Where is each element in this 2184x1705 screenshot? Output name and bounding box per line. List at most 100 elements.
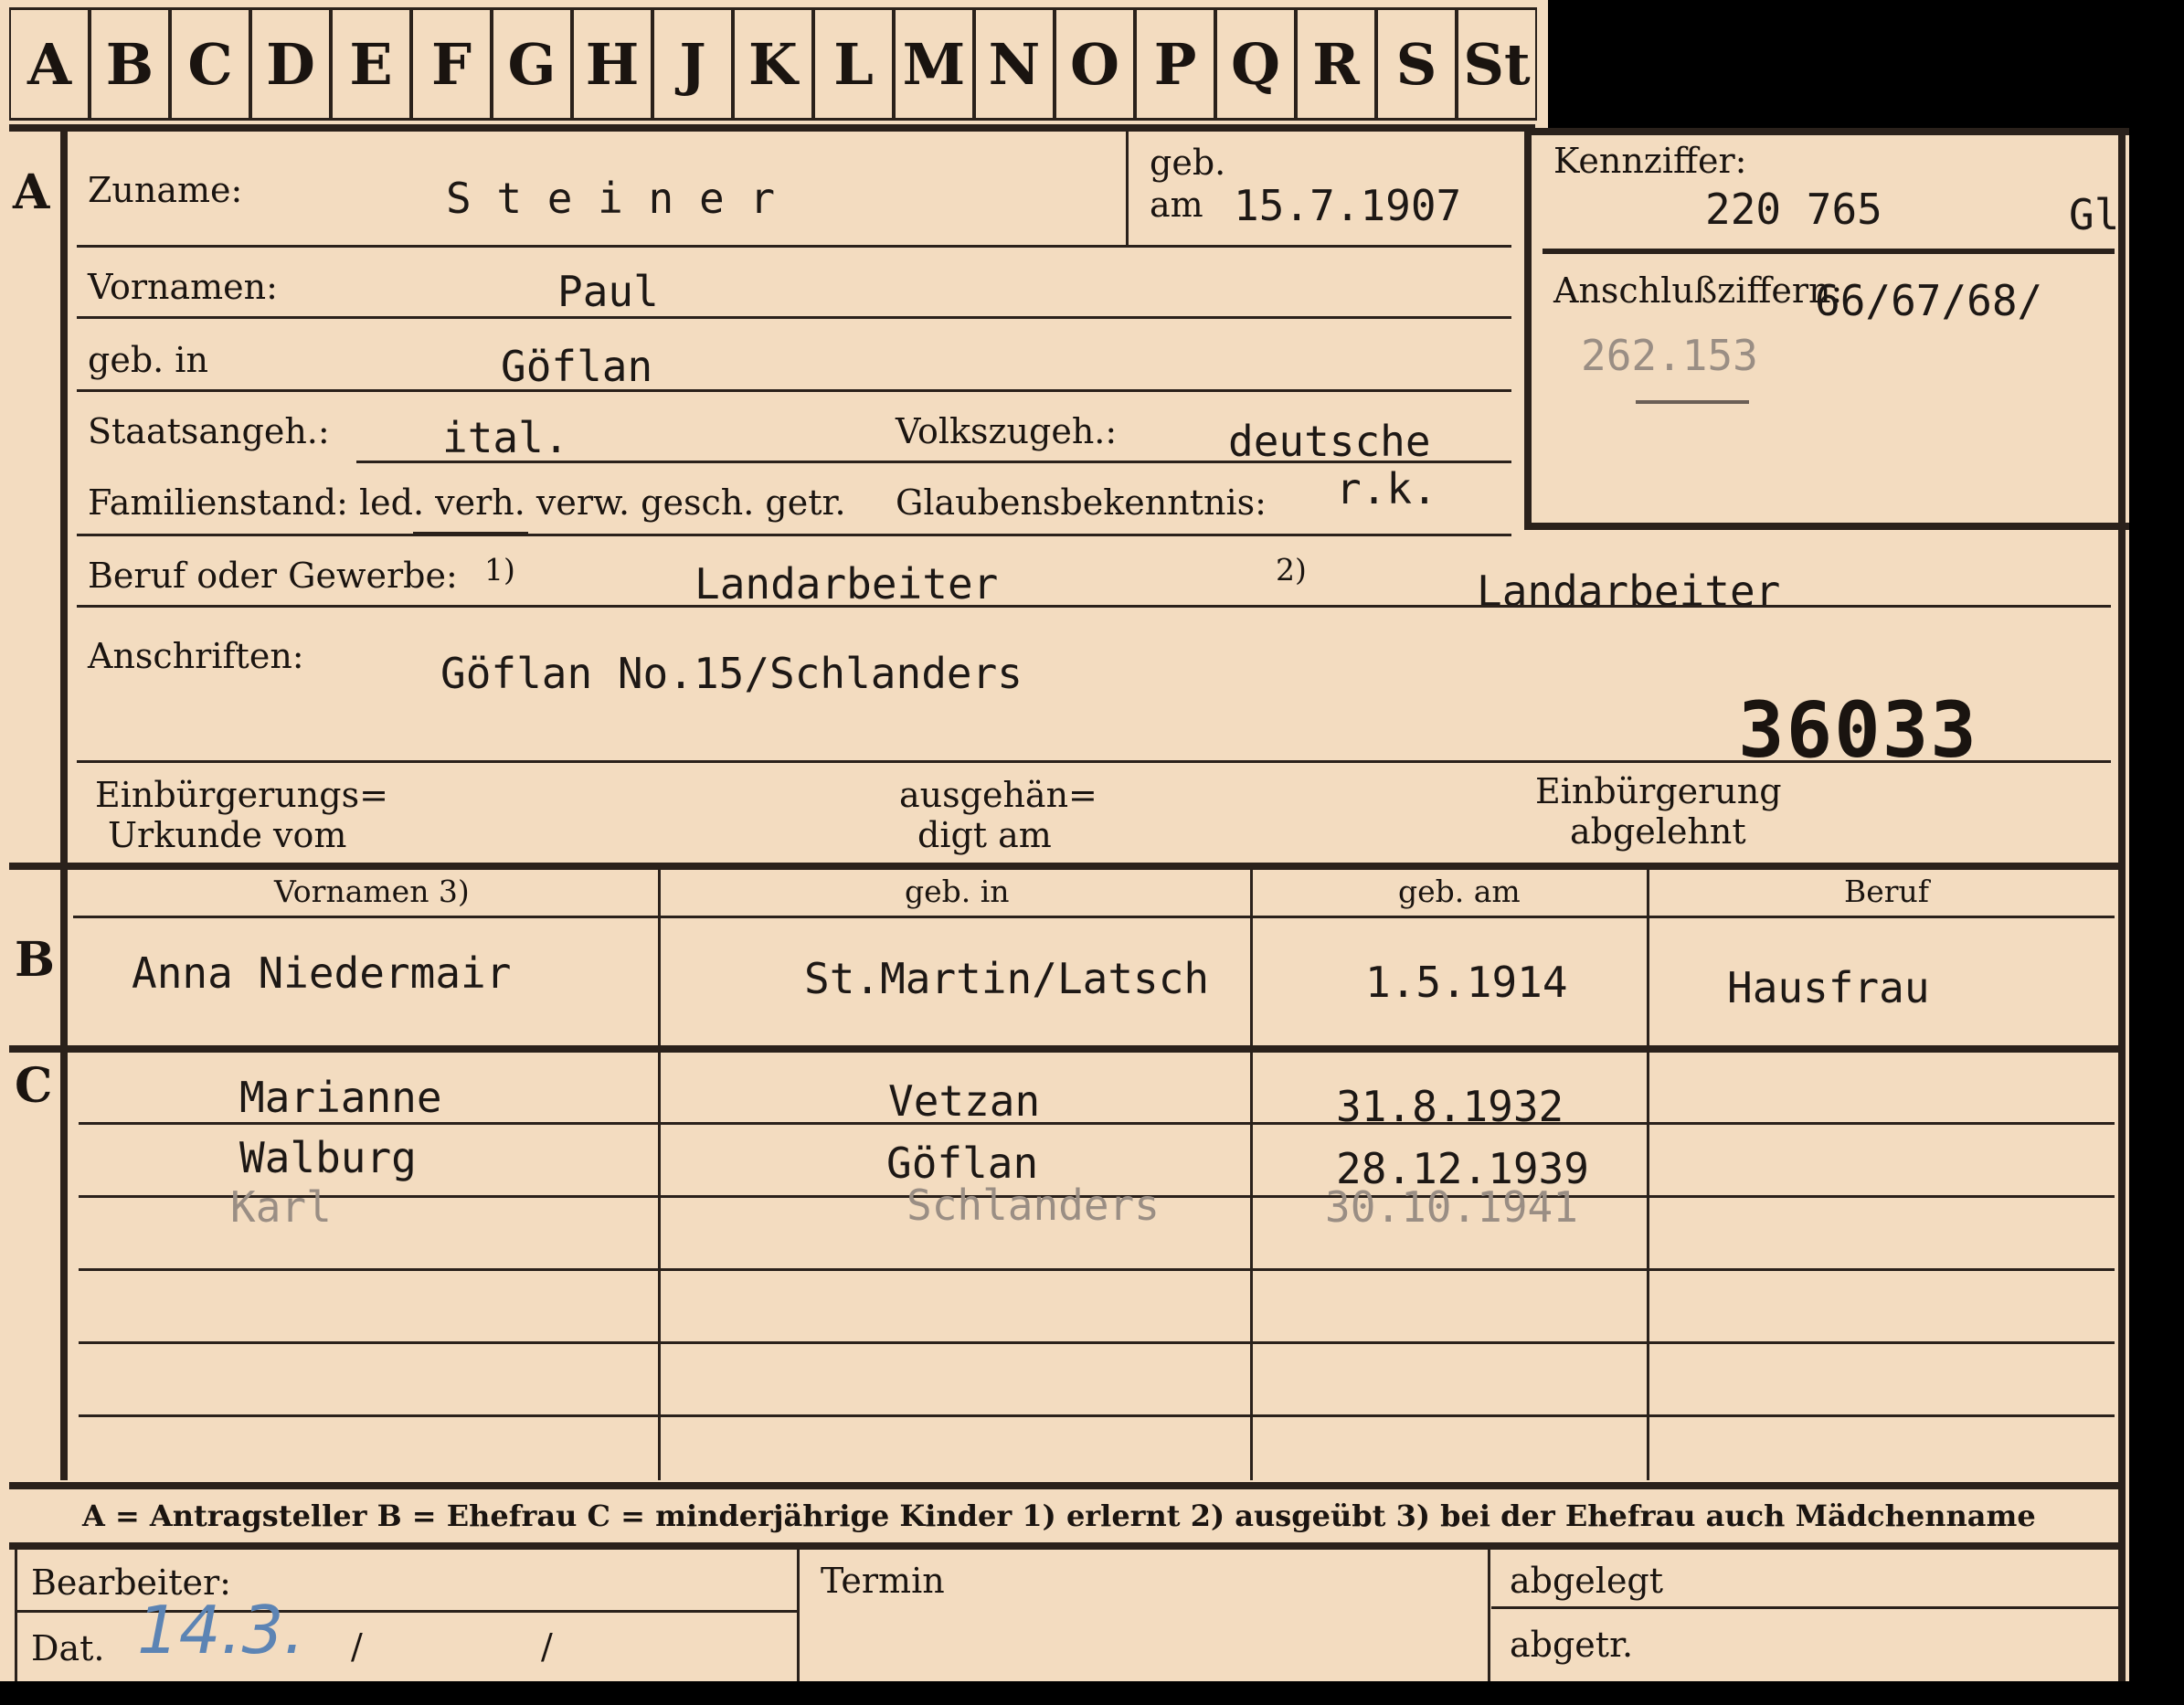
kennziffer-divider (1543, 249, 2115, 254)
col-divider-3 (1647, 870, 1649, 1480)
label-vornamen: Vornamen: (88, 267, 278, 307)
scan-background (1548, 0, 2184, 128)
tab-q[interactable]: Q (1215, 7, 1296, 121)
label-zuname: Zuname: (88, 170, 243, 210)
line-row1 (77, 245, 1511, 248)
value-beruf1: Landarbeiter (694, 559, 999, 609)
tab-j[interactable]: J (652, 7, 733, 121)
label-einbuergerung-1: Einbürgerungs= (95, 775, 388, 815)
tab-n[interactable]: N (974, 7, 1055, 121)
label-anschriften: Anschriften: (88, 636, 304, 676)
divider-geb (1126, 128, 1129, 245)
kind-3-name: Karl (230, 1182, 332, 1232)
tab-d[interactable]: D (250, 7, 331, 121)
kind-3-gebin: Schlanders (906, 1181, 1160, 1230)
footer-line-right (1491, 1606, 2122, 1609)
c-line-3 (79, 1268, 2115, 1271)
value-glaube: r.k. (1336, 464, 1437, 514)
scan-background-bottom (0, 1681, 2184, 1705)
line-row2 (77, 316, 1511, 319)
ehefrau-gebin: St.Martin/Latsch (804, 954, 1210, 1003)
label-familienstand: Familienstand: led. verh. verw. gesch. g… (88, 482, 846, 523)
label-glaube: Glaubensbekenntnis: (896, 482, 1267, 523)
value-geb-am: 15.7.1907 (1234, 181, 1462, 230)
tab-f[interactable]: F (411, 7, 492, 121)
label-am: am (1150, 185, 1203, 225)
section-b-marker: B (15, 932, 55, 988)
ehefrau-name: Anna Niedermair (132, 948, 512, 998)
footer-line-left (16, 1610, 797, 1613)
col-header-gebin: geb. in (905, 874, 1010, 909)
value-vornamen: Paul (557, 267, 659, 316)
footnote-2: 2) (1276, 552, 1307, 588)
kennziffer-box-top (1524, 128, 2129, 135)
tab-h[interactable]: H (572, 7, 652, 121)
value-anschluss-2: 262.153 (1581, 331, 1758, 380)
index-tabs: A B C D E F G H J K L M N O P Q R S St (9, 7, 1537, 124)
value-staatsangeh: ital. (442, 413, 569, 462)
tab-e[interactable]: E (331, 7, 411, 121)
value-zuname: S t e i n e r (446, 174, 776, 223)
tab-s[interactable]: S (1376, 7, 1457, 121)
tab-l[interactable]: L (813, 7, 894, 121)
col-divider-1 (658, 870, 661, 1480)
frame-right (2118, 128, 2126, 1681)
section-a-marker: A (13, 164, 50, 220)
kennziffer-box-bottom (1524, 523, 2129, 530)
line-row4 (356, 461, 1511, 463)
section-b-top (9, 863, 2120, 870)
col-header-gebam: geb. am (1398, 874, 1521, 909)
value-kennziffer: 220 765 (1705, 185, 1882, 234)
kennziffer-box-left (1524, 128, 1532, 530)
value-geb-in: Göflan (501, 342, 653, 391)
footer-left-edge (15, 1550, 17, 1681)
line-row5 (77, 534, 1511, 536)
tab-a[interactable]: A (9, 7, 90, 121)
pencil-date: 14.3. (137, 1592, 305, 1668)
tab-g[interactable]: G (492, 7, 572, 121)
tab-c[interactable]: C (170, 7, 250, 121)
value-volkszugeh: deutsche (1228, 417, 1431, 466)
section-c-top (9, 1045, 2120, 1053)
label-kennziffer: Kennziffer: (1553, 141, 1747, 181)
tab-p[interactable]: P (1135, 7, 1215, 121)
kind-1-gebin: Vetzan (888, 1076, 1041, 1126)
legend-text: A = Antragsteller B = Ehefrau C = minder… (82, 1498, 2036, 1533)
label-einbuergerung-2: Urkunde vom (108, 815, 347, 855)
label-abgelehnt-2: abgelehnt (1570, 811, 1746, 852)
label-geb: geb. (1150, 143, 1226, 183)
label-ausgehaendigt-1: ausgehän= (899, 775, 1097, 815)
scan-background-right (2129, 128, 2184, 1705)
kind-1-name: Marianne (239, 1073, 442, 1122)
kind-1-gebam: 31.8.1932 (1336, 1082, 1564, 1131)
label-anschlussziffern: Anschlußziffern: (1553, 270, 1843, 311)
dat-separator-1: / (351, 1626, 363, 1667)
label-geb-in: geb. in (88, 340, 208, 380)
label-abgetr: abgetr. (1510, 1625, 1634, 1665)
col-header-vornamen: Vornamen 3) (274, 874, 470, 909)
label-volkszugeh: Volkszugeh.: (896, 411, 1118, 451)
frame-top (9, 124, 1535, 132)
label-termin: Termin (821, 1561, 945, 1601)
line-row6 (77, 605, 2111, 608)
tab-r[interactable]: R (1296, 7, 1376, 121)
tab-b[interactable]: B (90, 7, 170, 121)
value-beruf2: Landarbeiter (1477, 567, 1781, 616)
label-staatsangeh: Staatsangeh.: (88, 411, 330, 451)
legend-top (9, 1482, 2120, 1489)
tab-st[interactable]: St (1457, 7, 1537, 121)
tab-o[interactable]: O (1055, 7, 1135, 121)
label-ausgehaendigt-2: digt am (917, 815, 1052, 855)
label-abgelegt: abgelegt (1510, 1561, 1664, 1601)
label-beruf: Beruf oder Gewerbe: (88, 556, 458, 596)
line-row7 (77, 760, 2111, 763)
col-header-beruf: Beruf (1844, 874, 1930, 909)
tab-m[interactable]: M (894, 7, 974, 121)
kind-2-name: Walburg (239, 1133, 417, 1182)
frame-left-inner (60, 128, 68, 1480)
label-dat: Dat. (31, 1628, 105, 1668)
c-line-5 (79, 1414, 2115, 1417)
tab-k[interactable]: K (733, 7, 813, 121)
ehefrau-gebam: 1.5.1914 (1365, 958, 1568, 1007)
anschluss-underline (1636, 400, 1749, 404)
